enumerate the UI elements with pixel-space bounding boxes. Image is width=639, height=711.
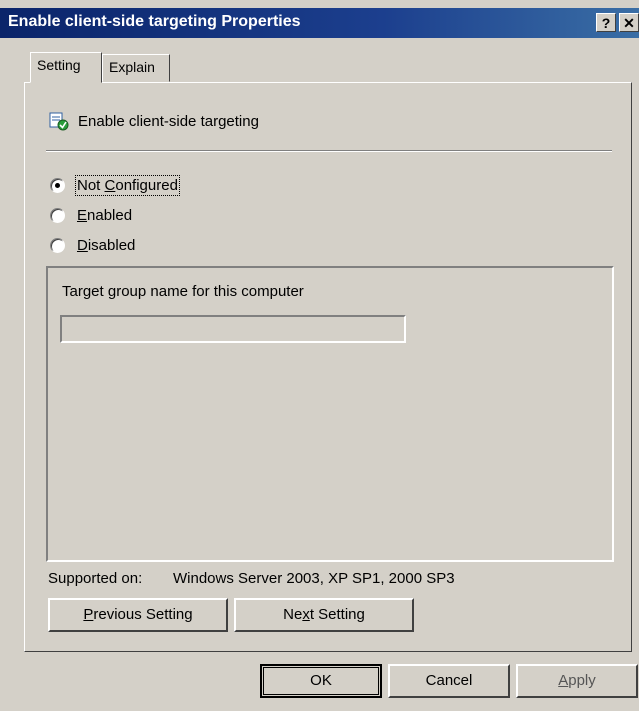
close-button[interactable]: ✕ bbox=[619, 13, 639, 32]
radio-label-not-configured: Not Configured bbox=[75, 175, 180, 196]
radio-enabled[interactable]: Enabled bbox=[50, 207, 132, 224]
supported-on-value: Windows Server 2003, XP SP1, 2000 SP3 bbox=[173, 570, 455, 587]
radio-indicator[interactable] bbox=[50, 208, 65, 223]
apply-button[interactable]: Apply bbox=[516, 664, 638, 698]
radio-label-disabled: Disabled bbox=[77, 237, 136, 254]
ok-button[interactable]: OK bbox=[260, 664, 382, 698]
title-bar: Enable client-side targeting Properties … bbox=[0, 8, 639, 38]
help-icon: ? bbox=[601, 15, 611, 31]
target-group-input[interactable] bbox=[60, 315, 406, 343]
tab-explain-label: Explain bbox=[109, 59, 155, 75]
help-button[interactable]: ? bbox=[596, 13, 616, 32]
target-group-label: Target group name for this computer bbox=[62, 283, 304, 300]
tab-setting[interactable]: Setting bbox=[30, 52, 102, 83]
radio-indicator[interactable] bbox=[50, 178, 65, 193]
next-setting-button[interactable]: Next Setting bbox=[234, 598, 414, 632]
policy-name: Enable client-side targeting bbox=[78, 113, 259, 130]
radio-not-configured[interactable]: Not Configured bbox=[50, 175, 180, 196]
separator bbox=[46, 150, 612, 152]
policy-setting-icon bbox=[49, 112, 69, 131]
close-icon: ✕ bbox=[623, 15, 635, 31]
radio-indicator[interactable] bbox=[50, 238, 65, 253]
options-box bbox=[46, 266, 614, 562]
tab-explain[interactable]: Explain bbox=[102, 54, 170, 82]
radio-disabled[interactable]: Disabled bbox=[50, 237, 135, 254]
supported-on-label: Supported on: bbox=[48, 570, 143, 587]
window-title: Enable client-side targeting Properties bbox=[8, 13, 301, 30]
radio-label-enabled: Enabled bbox=[77, 207, 133, 224]
previous-setting-button[interactable]: Previous Setting bbox=[48, 598, 228, 632]
tab-setting-label: Setting bbox=[37, 57, 81, 73]
cancel-button[interactable]: Cancel bbox=[388, 664, 510, 698]
